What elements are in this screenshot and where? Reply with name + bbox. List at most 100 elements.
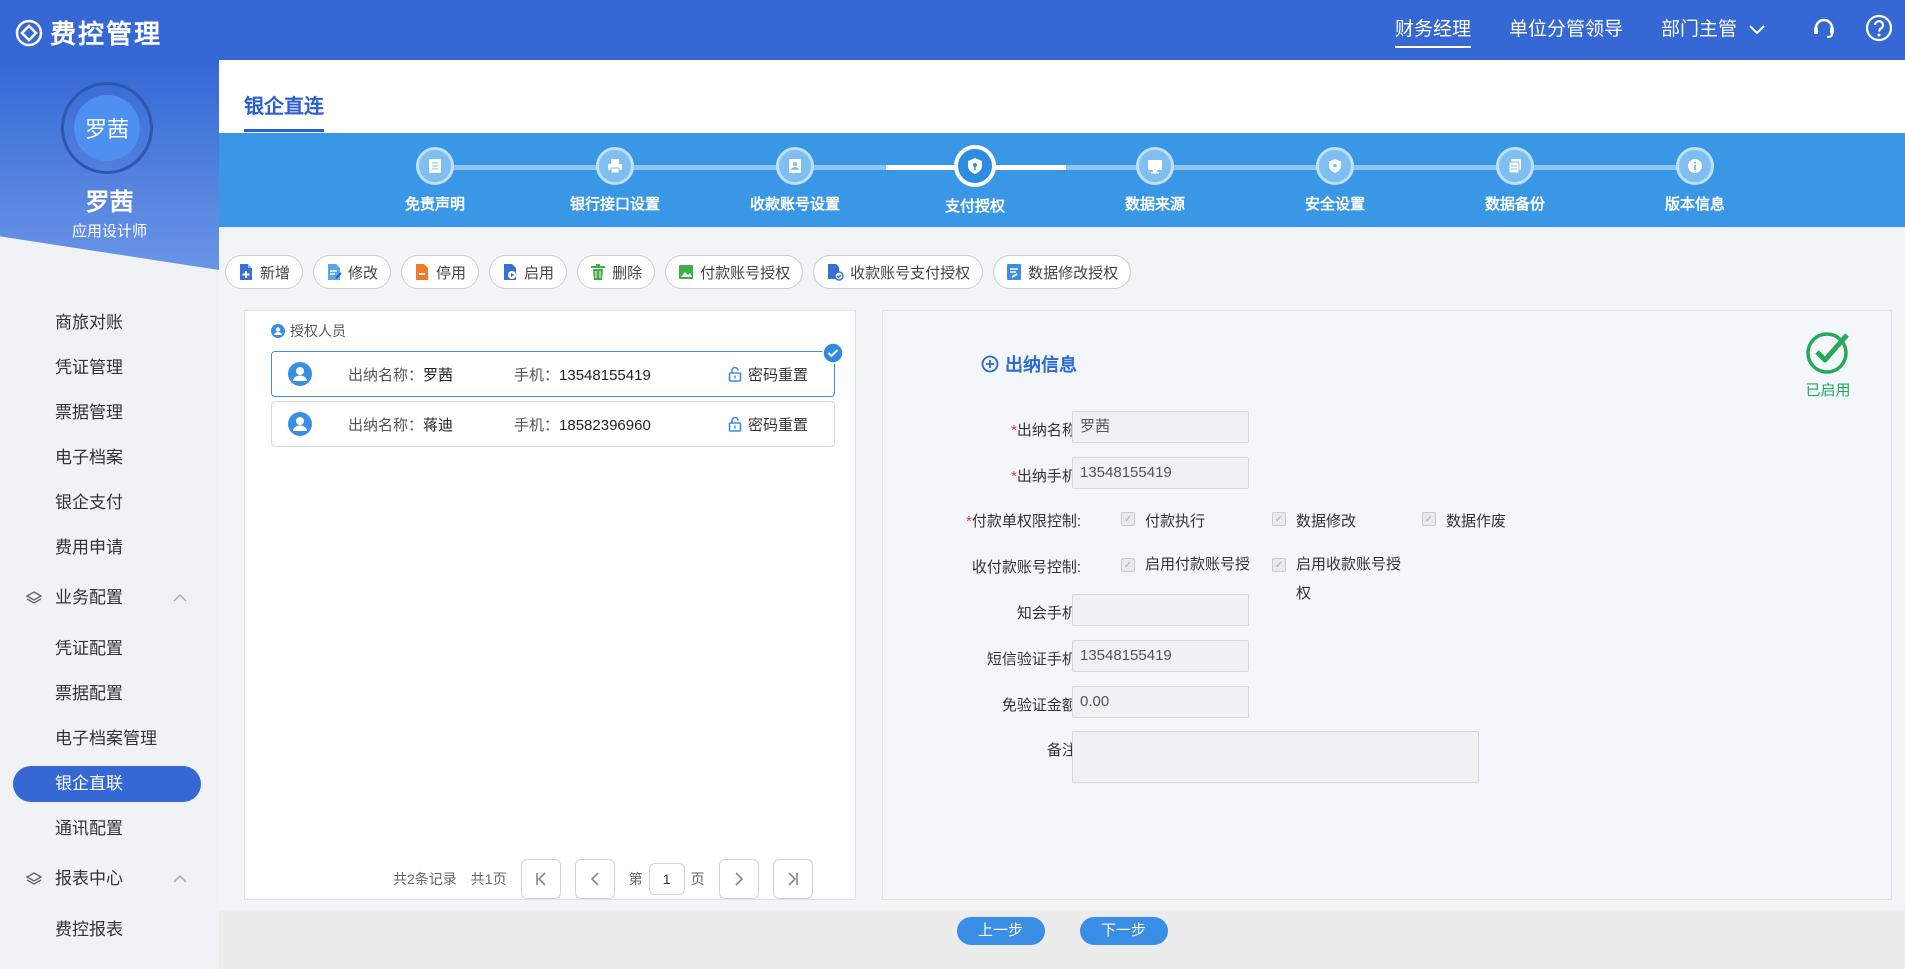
sidebar-item-e-archive-mgmt[interactable]: 电子档案管理 — [0, 716, 219, 761]
headset-icon[interactable] — [1811, 14, 1837, 40]
cashier-phone-input[interactable]: 13548155419 — [1072, 457, 1249, 489]
step-bank-interface[interactable]: 银行接口设置 — [545, 147, 685, 214]
add-button[interactable]: 新增 — [225, 255, 304, 289]
sidebar-item-invoice-config[interactable]: 票据配置 — [0, 671, 219, 716]
password-reset-label: 密码重置 — [748, 366, 809, 384]
next-step-button[interactable]: 下一步 — [1079, 917, 1168, 945]
tab-bank-direct[interactable]: 银企直连 — [244, 90, 324, 132]
top-nav-unit-leader[interactable]: 单位分管领导 — [1509, 0, 1623, 60]
chevron-up-icon — [173, 874, 187, 883]
step-label: 免责声明 — [404, 196, 465, 213]
last-page-button[interactable] — [772, 859, 813, 899]
next-page-button[interactable] — [718, 859, 759, 899]
cashier-phone-value: 13548155419 — [559, 366, 651, 384]
user-avatar-icon — [288, 412, 312, 436]
data-edit-checkbox[interactable]: ✓ 数据修改 — [1272, 510, 1356, 531]
app-logo[interactable]: 费控管理 — [14, 14, 162, 51]
step-data-backup[interactable]: 数据备份 — [1445, 147, 1585, 214]
auth-person-title-text: 授权人员 — [290, 323, 346, 339]
chevron-up-icon — [173, 593, 187, 602]
pager-page-suffix: 页 — [690, 871, 705, 887]
info-icon — [1676, 147, 1714, 185]
pay-execute-checkbox[interactable]: ✓ 付款执行 — [1121, 510, 1205, 531]
sidebar-item-expense-apply[interactable]: 费用申请 — [0, 525, 219, 570]
sidebar-item-comm-config[interactable]: 通讯配置 — [0, 806, 219, 851]
cashier-phone-field: 手机：18582396960 — [514, 414, 651, 435]
top-nav-dept-head[interactable]: 部门主管 — [1661, 0, 1765, 60]
field-label: 免验证金额: — [1001, 697, 1081, 714]
cashier-name-field: 出纳名称：蒋迪 — [348, 414, 453, 435]
step-label: 银行接口设置 — [569, 196, 660, 213]
sidebar-item-expense-report[interactable]: 费控报表 — [0, 907, 219, 952]
avatar[interactable]: 罗茜 — [61, 82, 153, 174]
sidebar-item-voucher-mgmt[interactable]: 凭证管理 — [0, 345, 219, 390]
remark-textarea[interactable] — [1072, 731, 1479, 783]
step-version-info[interactable]: 版本信息 — [1625, 147, 1765, 214]
sidebar-group-label: 业务配置 — [55, 588, 123, 607]
edit-button-label: 修改 — [348, 264, 379, 282]
page-number-input[interactable]: 1 — [648, 863, 685, 895]
top-nav-dept-head-label: 部门主管 — [1660, 19, 1737, 40]
receive-account-auth-button[interactable]: 收款账号支付授权 — [813, 255, 984, 289]
sidebar-item-e-archive[interactable]: 电子档案 — [0, 435, 219, 480]
sms-phone-input[interactable]: 13548155419 — [1072, 640, 1249, 672]
cashier-detail-panel: 出纳信息 已启用 *出纳名称: 罗茜 *出纳手机: 13548155419 *付… — [882, 310, 1892, 900]
cashier-name-input[interactable]: 罗茜 — [1072, 411, 1249, 443]
password-reset-link[interactable]: 密码重置 — [728, 414, 808, 435]
checkbox-label: 启用收款账号授权 — [1296, 556, 1402, 602]
step-payment-auth[interactable]: 支付授权 — [905, 145, 1045, 216]
auth-person-title: 授权人员 — [271, 321, 346, 341]
prev-page-button[interactable] — [574, 859, 615, 899]
check-icon: ✓ — [1422, 512, 1436, 526]
top-nav-finance-manager[interactable]: 财务经理 — [1394, 0, 1471, 60]
sidebar-group-report-center[interactable]: 报表中心 — [0, 851, 219, 907]
data-edit-auth-label: 数据修改授权 — [1028, 264, 1119, 282]
sidebar-item-voucher-config[interactable]: 凭证配置 — [0, 626, 219, 671]
password-reset-link[interactable]: 密码重置 — [728, 364, 808, 385]
layers-icon — [26, 872, 42, 885]
edit-icon — [328, 264, 342, 280]
step-security[interactable]: 安全设置 — [1265, 147, 1405, 214]
pay-account-auth-button[interactable]: 付款账号授权 — [665, 255, 804, 289]
sidebar-item-travel-reconcile[interactable]: 商旅对账 — [0, 300, 219, 345]
checkbox-label: 数据修改 — [1296, 513, 1357, 530]
document-icon — [416, 147, 454, 185]
sidebar-item-invoice-mgmt[interactable]: 票据管理 — [0, 390, 219, 435]
unlock-icon — [728, 366, 742, 382]
step-data-source[interactable]: 数据来源 — [1085, 147, 1225, 214]
field-label: 短信验证手机: — [986, 651, 1081, 668]
enable-pay-account-checkbox[interactable]: ✓ 启用付款账号授权 — [1121, 556, 1261, 580]
chevron-left-icon — [590, 872, 599, 886]
enable-receive-account-checkbox[interactable]: ✓ 启用收款账号授权 — [1272, 556, 1412, 608]
printer-icon — [596, 147, 634, 185]
step-label: 收款账号设置 — [749, 196, 840, 213]
step-receiving-account[interactable]: 收款账号设置 — [725, 147, 865, 214]
verified-file-icon — [828, 264, 844, 281]
data-edit-auth-button[interactable]: 数据修改授权 — [993, 255, 1132, 289]
step-label: 支付授权 — [944, 198, 1005, 215]
status-text: 已启用 — [1805, 382, 1851, 399]
sidebar-item-bank-direct[interactable]: 银企直联 — [13, 766, 201, 802]
delete-button[interactable]: 删除 — [577, 255, 656, 289]
first-page-button[interactable] — [520, 859, 561, 899]
auth-record-card[interactable]: 出纳名称：罗茜 手机：13548155419 密码重置 — [271, 342, 844, 397]
auth-record-card[interactable]: 出纳名称：蒋迪 手机：18582396960 密码重置 — [271, 401, 835, 447]
sidebar-group-business-config[interactable]: 业务配置 — [0, 570, 219, 626]
disable-button[interactable]: 停用 — [401, 255, 480, 289]
step-label: 数据备份 — [1484, 196, 1545, 213]
notify-phone-input[interactable] — [1072, 594, 1249, 626]
step-disclaimer[interactable]: 免责声明 — [365, 147, 505, 214]
prev-step-button[interactable]: 上一步 — [956, 917, 1045, 945]
shield-icon — [1316, 147, 1354, 185]
pager-pages: 共1页 — [470, 871, 507, 887]
edit-button[interactable]: 修改 — [313, 255, 392, 289]
step-label: 安全设置 — [1304, 196, 1365, 213]
chevron-down-icon — [1749, 25, 1765, 35]
checkbox-label: 启用付款账号授权 — [1145, 556, 1251, 573]
enable-button[interactable]: 启用 — [489, 255, 568, 289]
sidebar-item-bank-payment[interactable]: 银企支付 — [0, 480, 219, 525]
exempt-amount-input[interactable]: 0.00 — [1072, 686, 1249, 718]
help-icon[interactable] — [1865, 14, 1893, 42]
last-page-icon — [788, 872, 798, 886]
data-void-checkbox[interactable]: ✓ 数据作废 — [1422, 510, 1506, 531]
